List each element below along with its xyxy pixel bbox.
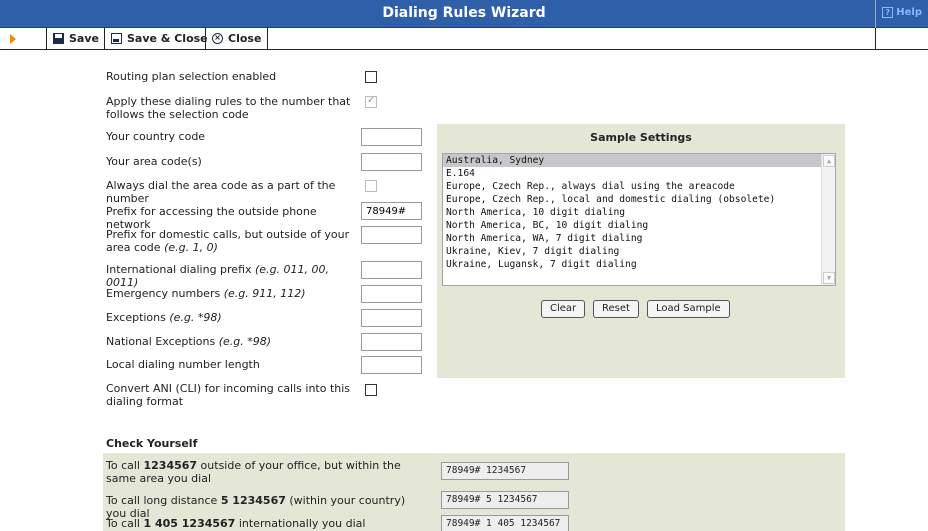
- local-length-label: Local dialing number length: [106, 358, 260, 371]
- national-exceptions-input[interactable]: [361, 333, 422, 351]
- check-long-result: 78949# 5 1234567: [441, 491, 569, 509]
- clear-button[interactable]: Clear: [541, 300, 586, 318]
- check-local-number: 1234567: [143, 459, 198, 472]
- area-codes-label: Your area code(s): [106, 155, 202, 168]
- floppy-disk-icon: [53, 33, 64, 44]
- emergency-text: Emergency numbers: [106, 287, 221, 300]
- convert-ani-checkbox[interactable]: [365, 384, 377, 396]
- country-code-label: Your country code: [106, 130, 206, 143]
- always-dial-area-label: Always dial the area code as a part of t…: [106, 179, 336, 205]
- check-intl-post: internationally you dial: [235, 517, 366, 530]
- close-circle-icon: ×: [212, 33, 223, 44]
- toolbar-divider: [267, 28, 268, 49]
- toolbar-divider-right: [875, 28, 876, 49]
- sample-option[interactable]: Ukraine, Kiev, 7 digit dialing: [443, 245, 835, 258]
- scroll-down-icon[interactable]: ▼: [823, 272, 835, 284]
- save-label: Save: [69, 32, 99, 45]
- sample-settings-list[interactable]: Australia, Sydney E.164 Europe, Czech Rep.…: [442, 153, 836, 286]
- sample-settings-title: Sample Settings: [590, 131, 692, 144]
- check-long-number: 5 1234567: [220, 494, 286, 507]
- check-intl-text: To call 1 405 1234567 internationally yo…: [106, 517, 416, 530]
- intl-prefix-input[interactable]: [361, 261, 422, 279]
- help-label: Help: [896, 7, 922, 18]
- local-length-input[interactable]: [361, 356, 422, 374]
- country-code-input[interactable]: [361, 128, 422, 146]
- emergency-input[interactable]: [361, 285, 422, 303]
- apply-rules-checkbox[interactable]: [365, 95, 377, 108]
- outside-prefix-input[interactable]: [361, 202, 422, 220]
- check-local-text: To call 1234567 outside of your office, …: [106, 459, 416, 485]
- always-dial-area-checkbox[interactable]: [365, 180, 377, 192]
- emergency-label: Emergency numbers (e.g. 911, 112): [106, 287, 361, 300]
- national-exceptions-hint: (e.g. *98): [218, 335, 272, 348]
- apply-rules-label: Apply these dialing rules to the number …: [106, 95, 351, 121]
- check-intl-number: 1 405 1234567: [143, 517, 236, 530]
- title-bar: Dialing Rules Wizard ? Help: [0, 0, 928, 28]
- exceptions-label: Exceptions (e.g. *98): [106, 311, 361, 324]
- emergency-hint: (e.g. 911, 112): [223, 287, 306, 300]
- sample-option[interactable]: North America, BC, 10 digit dialing: [443, 219, 835, 232]
- area-codes-input[interactable]: [361, 153, 422, 171]
- domestic-prefix-label: Prefix for domestic calls, but outside o…: [106, 228, 361, 254]
- check-intl-pre: To call: [106, 517, 144, 530]
- domestic-prefix-hint: (e.g. 1, 0): [164, 241, 218, 254]
- check-long-pre: To call long distance: [106, 494, 221, 507]
- save-button[interactable]: Save: [46, 28, 105, 49]
- help-divider: [875, 0, 876, 28]
- sample-settings-panel: Sample Settings Australia, Sydney E.164 Eu…: [437, 124, 845, 378]
- check-local-pre: To call: [106, 459, 144, 472]
- routing-plan-checkbox[interactable]: [365, 71, 377, 83]
- floppy-disk-outline-icon: [111, 33, 122, 44]
- national-exceptions-label: National Exceptions (e.g. *98): [106, 335, 361, 348]
- exceptions-hint: (e.g. *98): [169, 311, 222, 324]
- sample-option[interactable]: Europe, Czech Rep., local and domestic d…: [443, 193, 835, 206]
- domestic-prefix-text: Prefix for domestic calls, but outside o…: [106, 228, 350, 254]
- help-icon: ?: [882, 7, 894, 18]
- save-close-label: Save & Close: [127, 32, 208, 45]
- help-link[interactable]: ? Help: [882, 7, 922, 18]
- play-arrow-icon: [10, 34, 16, 44]
- intl-prefix-label: International dialing prefix (e.g. 011, …: [106, 263, 361, 289]
- national-exceptions-text: National Exceptions: [106, 335, 216, 348]
- check-intl-result: 78949# 1 405 1234567: [441, 515, 569, 531]
- convert-ani-label: Convert ANI (CLI) for incoming calls int…: [106, 382, 351, 408]
- toolbar: Save Save & Close × Close: [0, 28, 928, 50]
- sample-option[interactable]: Europe, Czech Rep., always dial using th…: [443, 180, 835, 193]
- scroll-up-icon[interactable]: ▲: [823, 155, 835, 167]
- sample-option[interactable]: North America, 10 digit dialing: [443, 206, 835, 219]
- sample-option[interactable]: North America, WA, 7 digit dialing: [443, 232, 835, 245]
- check-yourself-title: Check Yourself: [106, 437, 198, 450]
- list-scrollbar[interactable]: ▲ ▼: [821, 154, 835, 285]
- close-label: Close: [228, 32, 262, 45]
- sample-option[interactable]: Australia, Sydney: [443, 154, 835, 167]
- routing-plan-label: Routing plan selection enabled: [106, 70, 277, 83]
- exceptions-text: Exceptions: [106, 311, 166, 324]
- exceptions-input[interactable]: [361, 309, 422, 327]
- window-title: Dialing Rules Wizard: [382, 5, 546, 21]
- load-sample-button[interactable]: Load Sample: [647, 300, 730, 318]
- reset-button[interactable]: Reset: [593, 300, 639, 318]
- close-button[interactable]: × Close: [205, 28, 267, 49]
- check-local-result: 78949# 1234567: [441, 462, 569, 480]
- sample-option[interactable]: E.164: [443, 167, 835, 180]
- sample-option[interactable]: Ukraine, Lugansk, 7 digit dialing: [443, 258, 835, 271]
- save-close-button[interactable]: Save & Close: [104, 28, 214, 49]
- intl-prefix-text: International dialing prefix: [106, 263, 252, 276]
- domestic-prefix-input[interactable]: [361, 226, 422, 244]
